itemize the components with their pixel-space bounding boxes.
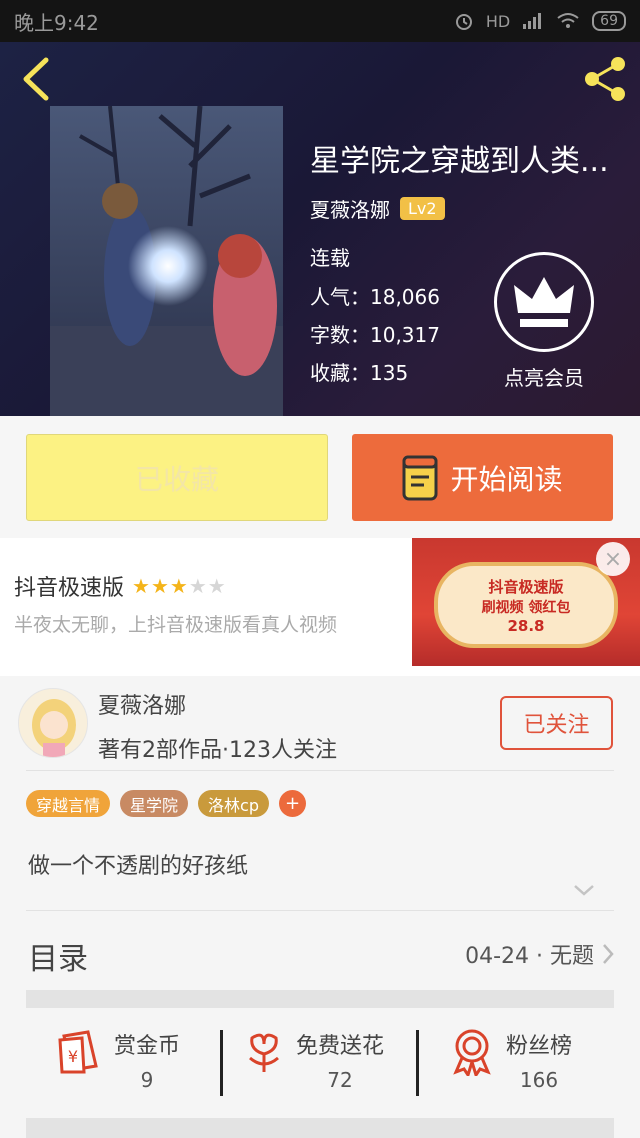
flower-icon: [249, 1033, 279, 1072]
svg-text:¥: ¥: [68, 1047, 78, 1066]
cover-illustration: [50, 106, 283, 416]
start-reading-label: 开始阅读: [450, 462, 563, 496]
ad-title: 抖音极速版: [14, 576, 125, 601]
flowers-label: 免费送花: [296, 1034, 385, 1059]
toc-label[interactable]: 目录: [28, 934, 88, 978]
tag-item[interactable]: 洛林cp: [198, 790, 269, 817]
fans-label: 粉丝榜: [506, 1034, 573, 1059]
divider: [26, 910, 614, 911]
wifi-icon: [557, 13, 579, 28]
book-intro: 做一个不透剧的好孩纸: [28, 854, 249, 879]
star-filled-icon: ★: [150, 574, 170, 598]
signal-icon: [523, 13, 542, 29]
stat-divider: [416, 1030, 419, 1096]
ad-close-icon[interactable]: ×: [596, 542, 630, 576]
start-reading-button[interactable]: 开始阅读: [352, 434, 613, 521]
alarm-icon: [455, 14, 472, 30]
latest-chapter-label: 04-24 · 无题: [465, 944, 594, 969]
book-popularity: 人气：18,066: [310, 285, 440, 309]
author-meta: 著有2部作品·123人关注: [98, 738, 337, 763]
status-icons: HD 69: [454, 11, 626, 31]
avatar[interactable]: [18, 688, 88, 758]
star-empty-icon: ★: [188, 574, 208, 598]
crown-icon: [494, 252, 594, 352]
chevron-right-icon: [603, 944, 614, 964]
book-author-row: 夏薇洛娜 Lv2: [310, 194, 445, 223]
vip-button[interactable]: 点亮会员: [494, 252, 594, 391]
ad-card: 抖音极速版 刷视频 领红包 28.8: [434, 562, 618, 648]
coins-label: 赏金币: [114, 1034, 181, 1059]
ad-title-row: 抖音极速版 ★★★★★: [14, 570, 227, 602]
stat-flowers[interactable]: 免费送花 72: [244, 1028, 384, 1092]
add-tag-button[interactable]: +: [279, 790, 306, 817]
ad-banner-subtitle: 刷视频 领红包: [481, 600, 571, 616]
star-filled-icon: ★: [169, 574, 189, 598]
ad-rating: ★★★★★: [132, 574, 227, 598]
fans-value: 166: [519, 1068, 559, 1092]
book-header: 星学院之穿越到人类... 夏薇洛娜 Lv2 连载 人气：18,066 字数：10…: [0, 42, 640, 416]
star-empty-icon: ★: [207, 574, 227, 598]
tag-item[interactable]: 穿越言情: [26, 790, 111, 817]
book-favorites: 收藏：135: [310, 361, 409, 385]
stat-fans[interactable]: 粉丝榜 166: [450, 1028, 572, 1092]
book-author[interactable]: 夏薇洛娜: [310, 194, 390, 223]
author-section: 夏薇洛娜 著有2部作品·123人关注 已关注 穿越言情 星学院 洛林cp + 做…: [0, 676, 640, 1138]
author-name[interactable]: 夏薇洛娜: [98, 688, 186, 720]
stats-bar: ¥ 赏金币 9 免费送花 72 粉丝榜 166: [26, 1016, 614, 1116]
section-separator: [26, 990, 614, 1008]
back-icon[interactable]: [16, 54, 56, 104]
tag-item[interactable]: 星学院: [120, 790, 189, 817]
status-time: 晚上9:42: [14, 10, 99, 35]
follow-button[interactable]: 已关注: [500, 696, 613, 750]
book-icon: [402, 455, 438, 500]
flowers-value: 72: [327, 1068, 353, 1092]
vip-label: 点亮会员: [504, 366, 584, 390]
collected-button[interactable]: 已收藏: [26, 434, 328, 521]
chevron-down-icon[interactable]: [572, 882, 596, 898]
section-separator: [26, 1118, 614, 1138]
toc-latest-chapter[interactable]: 04-24 · 无题: [465, 938, 614, 970]
ad-banner-title: 抖音极速版: [488, 578, 564, 596]
star-filled-icon: ★: [132, 574, 151, 598]
book-status: 连载: [310, 246, 350, 270]
ad-banner-amount: 28.8: [507, 617, 545, 635]
coins-value: 9: [140, 1068, 154, 1092]
battery-indicator: 69: [592, 11, 626, 31]
tag-list: 穿越言情 星学院 洛林cp +: [26, 790, 306, 817]
stat-coins[interactable]: ¥ 赏金币 9: [58, 1028, 180, 1092]
divider: [26, 770, 614, 771]
medal-icon: [453, 1029, 491, 1076]
share-icon[interactable]: [580, 54, 630, 104]
book-word-count: 字数：10,317: [310, 323, 440, 347]
book-cover[interactable]: [50, 106, 283, 416]
ad-banner[interactable]: 抖音极速版 ★★★★★ 半夜太无聊，上抖音极速版看真人视频 抖音极速版 刷视频 …: [0, 538, 640, 676]
ad-description: 半夜太无聊，上抖音极速版看真人视频: [14, 614, 338, 636]
book-title: 星学院之穿越到人类...: [310, 144, 609, 179]
stat-divider: [220, 1030, 223, 1096]
author-level-badge: Lv2: [400, 197, 445, 220]
red-envelope-icon: ¥: [58, 1030, 98, 1074]
status-bar: 晚上9:42 HD 69: [0, 0, 640, 42]
action-area: 已收藏 开始阅读: [0, 416, 640, 538]
network-label: HD: [485, 11, 511, 31]
